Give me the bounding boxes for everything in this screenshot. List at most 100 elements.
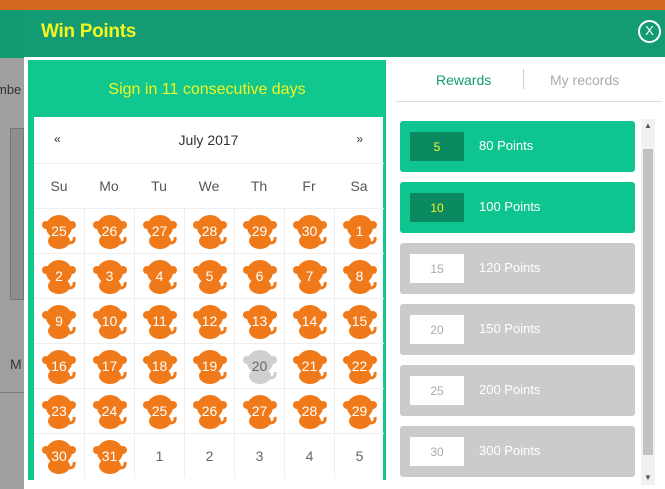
day-number: 3 bbox=[105, 268, 114, 284]
reward-item[interactable]: 15 120 Points bbox=[400, 243, 635, 294]
calendar-day-cell[interactable]: 1 bbox=[334, 208, 384, 253]
calendar-day-cell[interactable]: 18 bbox=[134, 343, 184, 388]
calendar-day-cell[interactable]: 21 bbox=[284, 343, 334, 388]
calendar-day-cell[interactable]: 6 bbox=[234, 253, 284, 298]
reward-list-scrollbar[interactable]: ▲ ▼ bbox=[641, 119, 655, 485]
calendar-day-cell[interactable]: 1 bbox=[134, 433, 184, 478]
calendar-day-cell[interactable]: 29 bbox=[334, 388, 384, 433]
day-number: 23 bbox=[51, 403, 67, 419]
reward-item[interactable]: 5 80 Points bbox=[400, 121, 635, 172]
calendar-day-cell[interactable]: 26 bbox=[84, 208, 134, 253]
day-number: 18 bbox=[151, 358, 168, 374]
calendar-day-cell[interactable]: 30 bbox=[284, 208, 334, 253]
calendar-day-cell[interactable]: 31 bbox=[84, 433, 134, 478]
calendar-day-cell[interactable]: 3 bbox=[84, 253, 134, 298]
reward-points-label: 100 Points bbox=[479, 199, 541, 214]
calendar-day-cell[interactable]: 20 bbox=[234, 343, 284, 388]
calendar-day-cell[interactable]: 25 bbox=[134, 388, 184, 433]
calendar-day-cell[interactable]: 29 bbox=[234, 208, 284, 253]
scroll-down-icon[interactable]: ▼ bbox=[641, 471, 655, 485]
reward-days-badge: 15 bbox=[410, 254, 464, 283]
reward-points-label: 150 Points bbox=[479, 321, 541, 336]
calendar-day-cell[interactable]: 16 bbox=[34, 343, 84, 388]
reward-item[interactable]: 30 300 Points bbox=[400, 426, 635, 477]
day-number: 27 bbox=[251, 403, 268, 419]
background-divider bbox=[0, 392, 24, 393]
tab-my-records[interactable]: My records bbox=[550, 72, 619, 88]
scroll-up-icon[interactable]: ▲ bbox=[641, 119, 655, 133]
reward-days-badge: 30 bbox=[410, 437, 464, 466]
calendar-day-cell[interactable]: 2 bbox=[184, 433, 234, 478]
reward-days-badge: 20 bbox=[410, 315, 464, 344]
day-number: 29 bbox=[351, 403, 368, 419]
calendar-day-cell[interactable]: 2 bbox=[34, 253, 84, 298]
close-button[interactable]: X bbox=[638, 20, 661, 43]
day-number: 30 bbox=[301, 223, 318, 239]
calendar-day-cell[interactable]: 5 bbox=[184, 253, 234, 298]
calendar-day-cell[interactable]: 22 bbox=[334, 343, 384, 388]
day-number: 6 bbox=[255, 268, 264, 284]
calendar-day-cell[interactable]: 28 bbox=[284, 388, 334, 433]
reward-days-badge: 25 bbox=[410, 376, 464, 405]
next-month-button[interactable]: » bbox=[356, 132, 363, 146]
calendar-day-cell[interactable]: 19 bbox=[184, 343, 234, 388]
day-number: 13 bbox=[251, 313, 268, 329]
calendar-day-cell[interactable]: 15 bbox=[334, 298, 384, 343]
calendar-day-cell[interactable]: 9 bbox=[34, 298, 84, 343]
day-number: 29 bbox=[251, 223, 268, 239]
background-panel-fragment bbox=[10, 128, 24, 300]
tab-rewards[interactable]: Rewards bbox=[436, 72, 491, 88]
day-number: 31 bbox=[101, 448, 118, 464]
day-number: 28 bbox=[201, 223, 218, 239]
weekday-label: We bbox=[184, 163, 234, 208]
calendar-day-cell[interactable]: 4 bbox=[134, 253, 184, 298]
day-number: 27 bbox=[151, 223, 168, 239]
calendar-day-cell[interactable]: 27 bbox=[234, 388, 284, 433]
calendar-day-cell[interactable]: 17 bbox=[84, 343, 134, 388]
calendar-day-cell[interactable]: 27 bbox=[134, 208, 184, 253]
day-number: 17 bbox=[101, 358, 118, 374]
calendar-day-cell[interactable]: 4 bbox=[284, 433, 334, 478]
calendar-day-cell[interactable]: 5 bbox=[334, 433, 384, 478]
day-number: 8 bbox=[355, 268, 364, 284]
day-number: 5 bbox=[205, 268, 214, 284]
day-number: 1 bbox=[155, 448, 164, 464]
reward-item[interactable]: 25 200 Points bbox=[400, 365, 635, 416]
calendar-day-cell[interactable]: 26 bbox=[184, 388, 234, 433]
calendar-day-cell[interactable]: 28 bbox=[184, 208, 234, 253]
calendar-day-cell[interactable]: 24 bbox=[84, 388, 134, 433]
day-number: 26 bbox=[101, 223, 118, 239]
calendar-day-cell[interactable]: 30 bbox=[34, 433, 84, 478]
weekday-label: Th bbox=[234, 163, 284, 208]
sign-in-calendar-panel: Sign in 11 consecutive days « July 2017 … bbox=[28, 60, 386, 481]
scrollbar-thumb[interactable] bbox=[643, 149, 653, 455]
reward-points-label: 300 Points bbox=[479, 443, 541, 458]
reward-days-badge: 10 bbox=[410, 193, 464, 222]
calendar-day-cell[interactable]: 3 bbox=[234, 433, 284, 478]
day-number: 2 bbox=[205, 448, 214, 464]
day-number: 12 bbox=[201, 313, 218, 329]
calendar-day-cell[interactable]: 7 bbox=[284, 253, 334, 298]
day-number: 28 bbox=[301, 403, 318, 419]
day-number: 14 bbox=[301, 313, 318, 329]
calendar-day-cell[interactable]: 25 bbox=[34, 208, 84, 253]
day-number: 11 bbox=[152, 313, 167, 329]
calendar-day-cell[interactable]: 23 bbox=[34, 388, 84, 433]
calendar-day-cell[interactable]: 13 bbox=[234, 298, 284, 343]
calendar-day-cell[interactable]: 10 bbox=[84, 298, 134, 343]
weekday-label: Sa bbox=[334, 163, 384, 208]
reward-item[interactable]: 20 150 Points bbox=[400, 304, 635, 355]
calendar-day-cell[interactable]: 11 bbox=[134, 298, 184, 343]
reward-item[interactable]: 10 100 Points bbox=[400, 182, 635, 233]
calendar-day-cell[interactable]: 14 bbox=[284, 298, 334, 343]
tab-divider bbox=[523, 69, 524, 89]
calendar-day-cell[interactable]: 12 bbox=[184, 298, 234, 343]
calendar-day-cell[interactable]: 8 bbox=[334, 253, 384, 298]
background-top-bar bbox=[0, 0, 665, 10]
modal-header: Win Points X bbox=[24, 10, 665, 57]
day-number: 4 bbox=[155, 268, 164, 284]
reward-points-label: 200 Points bbox=[479, 382, 541, 397]
day-number: 4 bbox=[305, 448, 314, 464]
day-number: 20 bbox=[251, 358, 268, 374]
calendar-grid: Su Mo Tu We Th Fr Sa 25 26 27 28 29 30 1 2 3 4 5 6 7 8 9 10 11 1… bbox=[34, 163, 384, 478]
